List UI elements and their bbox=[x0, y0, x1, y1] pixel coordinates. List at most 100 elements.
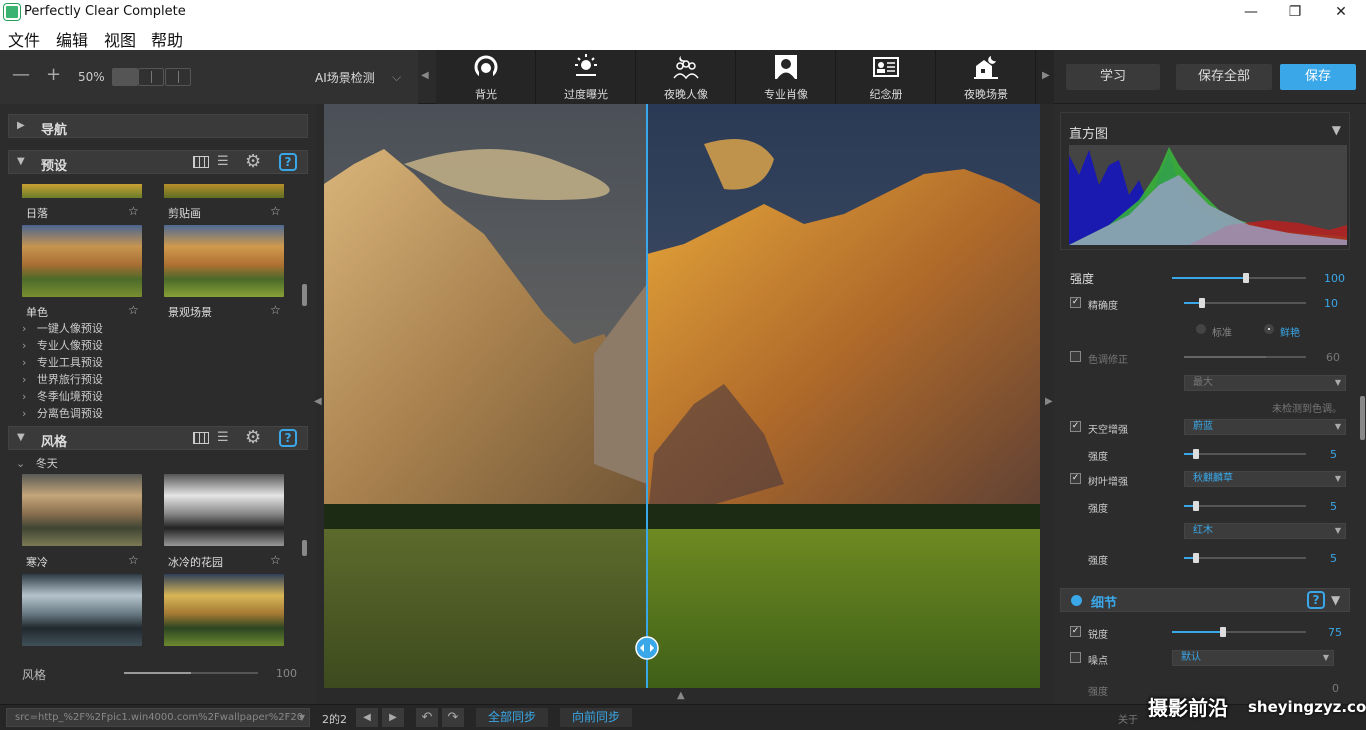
preset-thumb-sunset[interactable] bbox=[22, 184, 142, 198]
ai-scene-detection[interactable]: AI场景检测 bbox=[315, 69, 375, 86]
zoom-out-button[interactable]: — bbox=[12, 64, 30, 85]
scenes-prev-arrow-icon[interactable]: ◀ bbox=[421, 70, 429, 81]
preset-group-item[interactable]: › 世界旅行预设 bbox=[22, 371, 103, 387]
prev-image-button[interactable]: ◀ bbox=[356, 708, 378, 727]
scene-album[interactable]: 纪念册 bbox=[836, 50, 936, 104]
radio-standard[interactable] bbox=[1196, 324, 1206, 334]
presets-scrollbar[interactable] bbox=[302, 284, 307, 306]
help-icon[interactable]: ? bbox=[1307, 591, 1325, 609]
right-panel-scrollbar[interactable] bbox=[1360, 396, 1365, 440]
sky-dropdown[interactable]: 蔚蓝 ▼ bbox=[1184, 419, 1346, 435]
save-all-button[interactable]: 保存全部 bbox=[1176, 64, 1272, 90]
star-icon[interactable]: ☆ bbox=[270, 204, 281, 218]
style-thumb-golden[interactable] bbox=[164, 574, 284, 646]
menu-view[interactable]: 视图 bbox=[104, 27, 136, 51]
gear-icon[interactable]: ⚙ bbox=[245, 427, 261, 448]
foliage-checkbox[interactable]: ✓ bbox=[1070, 473, 1081, 484]
grid-view-icon[interactable] bbox=[193, 156, 209, 168]
radio-vivid[interactable] bbox=[1264, 324, 1274, 334]
noise-dropdown[interactable]: 默认 ▼ bbox=[1172, 650, 1334, 666]
slider-knob[interactable] bbox=[1242, 273, 1249, 283]
sky-checkbox[interactable]: ✓ bbox=[1070, 421, 1081, 432]
slider-knob[interactable] bbox=[1193, 449, 1200, 459]
slider-knob[interactable] bbox=[1199, 298, 1206, 308]
vibrancy-slider[interactable] bbox=[1184, 298, 1306, 308]
tint-checkbox[interactable] bbox=[1070, 351, 1081, 362]
menu-edit[interactable]: 编辑 bbox=[56, 27, 88, 51]
slider-knob[interactable] bbox=[1219, 627, 1226, 637]
scenes-next-arrow-icon[interactable]: ▶ bbox=[1042, 70, 1050, 81]
foliage-strength2-slider[interactable] bbox=[1184, 553, 1306, 563]
image-canvas[interactable] bbox=[324, 104, 1040, 688]
star-icon[interactable]: ☆ bbox=[128, 303, 139, 317]
star-icon[interactable]: ☆ bbox=[128, 553, 139, 567]
learn-button[interactable]: 学习 bbox=[1066, 64, 1160, 90]
detail-section-header[interactable]: 细节 ? ▼ bbox=[1060, 588, 1350, 612]
slider-knob[interactable] bbox=[1193, 553, 1200, 563]
presets-section-header[interactable]: ▼ 预设 ☰ ⚙ ? bbox=[8, 150, 308, 174]
sync-all-button[interactable]: 全部同步 bbox=[476, 708, 548, 727]
help-icon[interactable]: ? bbox=[279, 153, 297, 171]
chevron-down-icon[interactable]: ⌵ bbox=[392, 70, 401, 85]
foliage-dropdown[interactable]: 秋麒麟草 ▼ bbox=[1184, 471, 1346, 487]
navigation-section-header[interactable]: ▶ 导航 bbox=[8, 114, 308, 138]
minimize-button[interactable]: — bbox=[1236, 2, 1266, 22]
scene-night-scene[interactable]: 夜晚场景 bbox=[936, 50, 1036, 104]
tint-dropdown[interactable]: 最大 ▼ bbox=[1184, 375, 1346, 391]
list-view-icon[interactable]: ☰ bbox=[217, 430, 229, 445]
preset-group-item[interactable]: › 专业工具预设 bbox=[22, 354, 103, 370]
side-by-side-button[interactable] bbox=[165, 68, 191, 86]
scene-night-portrait[interactable]: 夜晚人像 bbox=[636, 50, 736, 104]
preset-group-item[interactable]: › 冬季仙境预设 bbox=[22, 388, 103, 404]
foliage-strength-slider[interactable] bbox=[1184, 501, 1306, 511]
menu-file[interactable]: 文件 bbox=[8, 27, 40, 51]
scene-backlight[interactable]: 背光 bbox=[436, 50, 536, 104]
gear-icon[interactable]: ⚙ bbox=[245, 151, 261, 172]
collapse-arrow-icon[interactable]: ▼ bbox=[1331, 593, 1340, 607]
vibrancy-checkbox[interactable]: ✓ bbox=[1070, 297, 1081, 308]
style-group-winter[interactable]: ⌄ 冬天 bbox=[16, 455, 58, 471]
star-icon[interactable]: ☆ bbox=[270, 553, 281, 567]
scene-overexposed[interactable]: 过度曝光 bbox=[536, 50, 636, 104]
filmstrip-toggle-icon[interactable]: ▲ bbox=[677, 690, 685, 701]
redo-icon[interactable]: ↷ bbox=[442, 708, 464, 727]
tint-slider[interactable] bbox=[1184, 356, 1306, 358]
style-thumb-cold[interactable] bbox=[22, 474, 142, 546]
slider-knob[interactable] bbox=[1193, 501, 1200, 511]
zoom-in-button[interactable]: + bbox=[46, 64, 61, 85]
styles-section-header[interactable]: ▼ 风格 ☰ ⚙ ? bbox=[8, 426, 308, 450]
file-path-dropdown[interactable]: src=http_%2F%2Fpic1.win4000.com%2Fwallpa… bbox=[6, 708, 310, 727]
list-view-icon[interactable]: ☰ bbox=[217, 154, 229, 169]
strength-slider[interactable] bbox=[1172, 273, 1306, 283]
scene-pro-portrait[interactable]: 专业肖像 bbox=[736, 50, 836, 104]
next-image-button[interactable]: ▶ bbox=[382, 708, 404, 727]
section-enabled-icon[interactable] bbox=[1071, 595, 1082, 606]
preset-thumb-mono[interactable] bbox=[22, 225, 142, 297]
split-view-button[interactable] bbox=[138, 68, 164, 86]
canvas-next-arrow-icon[interactable]: ▶ bbox=[1045, 396, 1053, 407]
maximize-button[interactable]: ❐ bbox=[1280, 2, 1310, 22]
preset-thumb-clipart[interactable] bbox=[164, 184, 284, 198]
styles-scrollbar[interactable] bbox=[302, 540, 307, 556]
save-button[interactable]: 保存 bbox=[1280, 64, 1356, 90]
sync-forward-button[interactable]: 向前同步 bbox=[560, 708, 632, 727]
preset-group-item[interactable]: › 一键人像预设 bbox=[22, 320, 103, 336]
grid-view-icon[interactable] bbox=[193, 432, 209, 444]
style-thumb-frozen-garden[interactable] bbox=[164, 474, 284, 546]
undo-icon[interactable]: ↶ bbox=[416, 708, 438, 727]
star-icon[interactable]: ☆ bbox=[128, 204, 139, 218]
sky-strength-slider[interactable] bbox=[1184, 449, 1306, 459]
preset-group-item[interactable]: › 专业人像预设 bbox=[22, 337, 103, 353]
style-thumb-ice[interactable] bbox=[22, 574, 142, 646]
single-view-button[interactable] bbox=[112, 68, 138, 86]
style-strength-slider[interactable] bbox=[124, 672, 258, 674]
help-icon[interactable]: ? bbox=[279, 429, 297, 447]
sharpen-slider[interactable] bbox=[1172, 627, 1306, 637]
collapse-arrow-icon[interactable]: ▼ bbox=[1332, 123, 1341, 137]
canvas-prev-arrow-icon[interactable]: ◀ bbox=[314, 396, 322, 407]
noise-checkbox[interactable] bbox=[1070, 652, 1081, 663]
close-button[interactable]: ✕ bbox=[1326, 2, 1356, 22]
menu-help[interactable]: 帮助 bbox=[151, 27, 183, 51]
foliage-dropdown-2[interactable]: 红木 ▼ bbox=[1184, 523, 1346, 539]
sharpen-checkbox[interactable]: ✓ bbox=[1070, 626, 1081, 637]
